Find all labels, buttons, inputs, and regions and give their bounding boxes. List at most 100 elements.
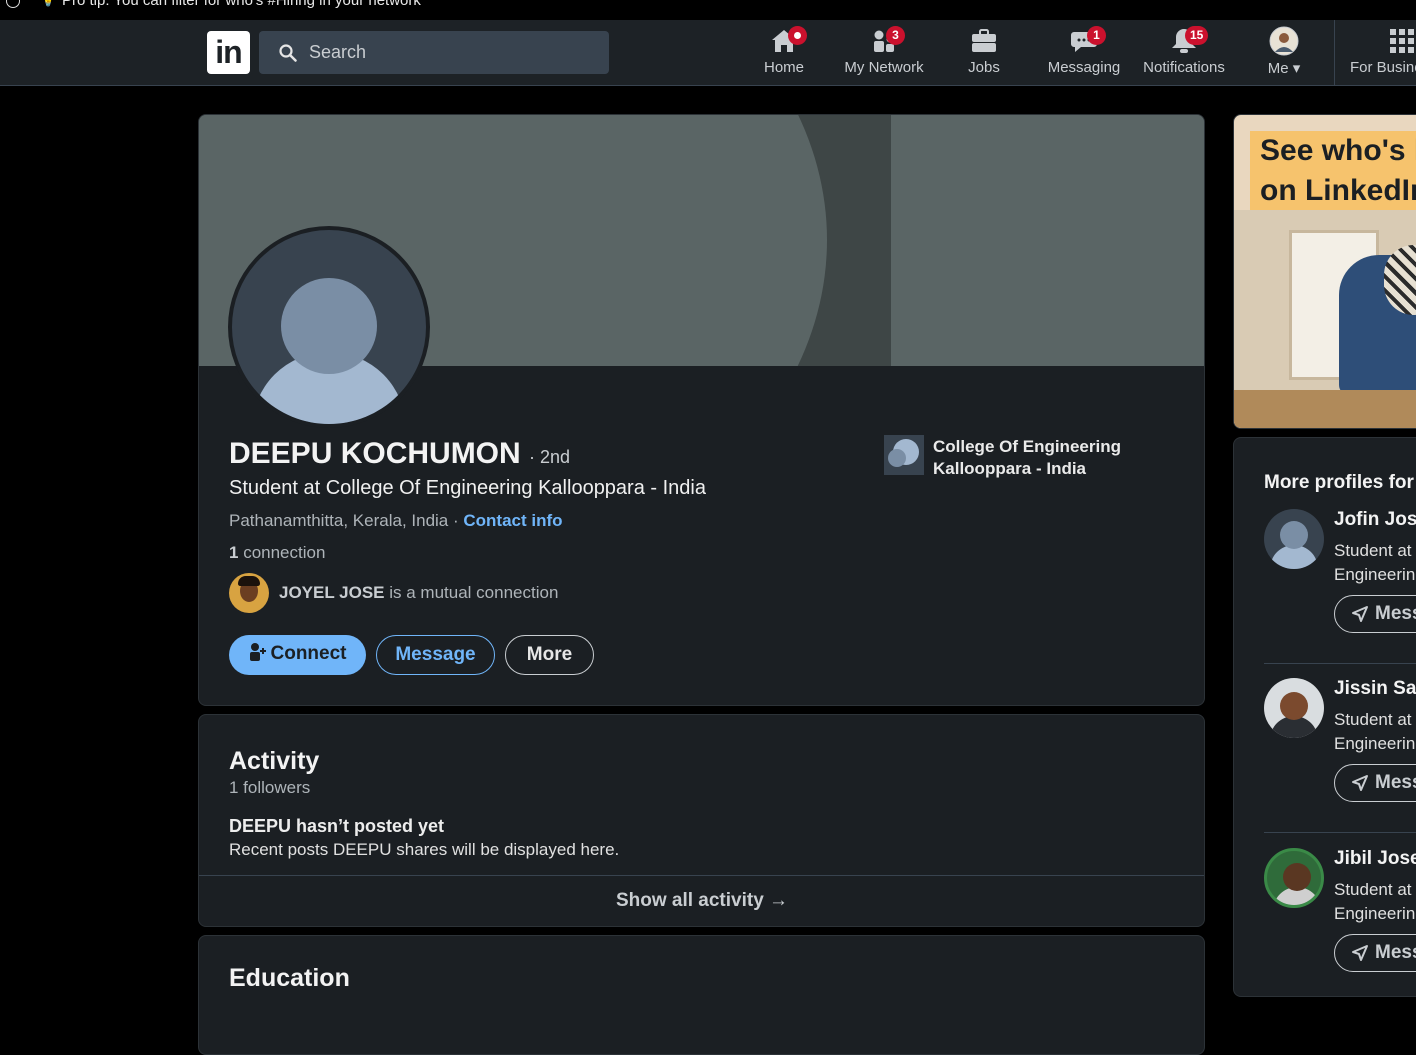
search-box[interactable] — [259, 31, 609, 74]
network-badge: 3 — [886, 26, 905, 45]
suggested-name[interactable]: Jofin Jose — [1334, 509, 1416, 531]
suggested-headline: Student at — [1334, 880, 1412, 899]
tip-bar: 💡 Pro tip: You can filter for who's #Hir… — [0, 0, 1416, 20]
suggested-name[interactable]: Jissin San — [1334, 678, 1416, 700]
nav-me[interactable]: Me ▾ — [1254, 26, 1314, 82]
ad-headline-1: See who's h — [1250, 131, 1416, 171]
contact-info-link[interactable]: Contact info — [463, 511, 562, 530]
suggested-headline-2: Engineerin — [1334, 904, 1416, 923]
more-profiles-title: More profiles for — [1264, 472, 1414, 493]
nav-home[interactable]: Home — [754, 26, 814, 82]
nav-my-network[interactable]: 3 My Network — [839, 26, 929, 82]
activity-card: Activity 1 followers DEEPU hasn’t posted… — [198, 714, 1205, 927]
suggested-profile[interactable]: Jofin Jose Student at Engineerin Mess — [1264, 509, 1416, 669]
followers-count[interactable]: 1 followers — [229, 778, 310, 798]
suggested-avatar[interactable] — [1264, 509, 1324, 569]
radio-icon[interactable] — [6, 0, 20, 8]
mutual-avatar-hair — [238, 576, 260, 586]
suggested-divider — [1264, 832, 1416, 833]
mutual-suffix: is a mutual connection — [384, 583, 559, 602]
nav-messaging[interactable]: 1 Messaging — [1044, 26, 1124, 82]
connection-count[interactable]: 1 connection — [229, 543, 325, 563]
search-input[interactable] — [309, 31, 599, 74]
suggested-profile[interactable]: Jibil Josep Student at Engineerin Mess — [1264, 848, 1416, 996]
message-button[interactable]: Message — [376, 635, 495, 675]
top-navigation: in Home 3 My Network Jobs 1 Messaging 15… — [0, 20, 1416, 86]
suggested-avatar-head — [1283, 863, 1311, 891]
suggested-name[interactable]: Jibil Josep — [1334, 848, 1416, 870]
ad-table — [1234, 390, 1416, 428]
nav-for-business[interactable]: For Busine — [1348, 26, 1416, 82]
mutual-text: JOYEL JOSE is a mutual connection — [279, 583, 558, 603]
nav-me-label: Me ▾ — [1267, 60, 1301, 77]
profile-headline: Student at College Of Engineering Kalloo… — [229, 477, 706, 499]
suggested-avatar-head — [1280, 521, 1308, 549]
school-logo-icon — [884, 435, 924, 475]
suggested-avatar[interactable] — [1264, 848, 1324, 908]
send-icon — [1352, 775, 1368, 791]
linkedin-logo-icon[interactable]: in — [207, 31, 250, 74]
notifications-badge: 15 — [1185, 26, 1209, 45]
suggested-message-button[interactable]: Mess — [1334, 595, 1416, 633]
lightbulb-icon: 💡 — [40, 0, 56, 8]
connection-degree: · 2nd — [529, 447, 571, 467]
more-profiles-sidebar: More profiles for Jofin Jose Student at … — [1233, 437, 1416, 997]
suggested-profile[interactable]: Jissin San Student at Engineerin Mess — [1264, 678, 1416, 838]
more-button[interactable]: More — [505, 635, 594, 675]
briefcase-icon — [972, 29, 996, 52]
suggested-headline-2: Engineerin — [1334, 734, 1416, 753]
school-logo-shape-2 — [888, 449, 906, 467]
nav-for-business-label: For Busine — [1350, 59, 1416, 76]
avatar-head — [281, 278, 377, 374]
profile-location: Pathanamthitta, Kerala, India · — [229, 511, 464, 530]
suggested-avatar[interactable] — [1264, 678, 1324, 738]
suggested-avatar-head — [1280, 692, 1308, 720]
suggested-message-label: Mess — [1375, 772, 1416, 793]
activity-divider — [199, 875, 1204, 876]
suggested-headline-2: Engineerin — [1334, 565, 1416, 584]
connect-button[interactable]: Connect — [229, 635, 366, 675]
nav-notifications-label: Notifications — [1143, 59, 1225, 76]
grid-icon — [1390, 29, 1414, 53]
education-card: Education — [198, 935, 1205, 1055]
suggested-headline: Student at — [1334, 710, 1412, 729]
add-person-icon — [249, 643, 266, 661]
school-name: College Of Engineering Kallooppara - Ind… — [933, 437, 1121, 478]
nav-jobs[interactable]: Jobs — [954, 26, 1014, 82]
suggested-message-button[interactable]: Mess — [1334, 764, 1416, 802]
suggested-divider — [1264, 663, 1416, 664]
education-title: Education — [229, 964, 350, 992]
banner-right — [891, 115, 1204, 366]
ad-headline-2: on LinkedIn. — [1250, 171, 1416, 211]
home-notification-dot — [788, 26, 807, 45]
connection-count-label: connection — [238, 543, 326, 562]
nav-home-label: Home — [763, 59, 804, 76]
suggested-message-label: Mess — [1375, 603, 1416, 624]
search-icon — [279, 44, 297, 62]
messaging-badge: 1 — [1087, 26, 1106, 45]
nav-divider — [1334, 20, 1335, 86]
connect-button-label: Connect — [270, 643, 347, 664]
activity-title: Activity — [229, 747, 320, 775]
avatar — [1269, 26, 1299, 56]
send-icon — [1352, 606, 1368, 622]
mutual-avatar — [229, 573, 269, 613]
nav-my-network-label: My Network — [844, 59, 924, 76]
activity-empty-desc: Recent posts DEEPU shares will be displa… — [229, 840, 620, 859]
profile-card: DEEPU KOCHUMON · 2nd Student at College … — [198, 114, 1205, 706]
activity-empty-title: DEEPU hasn’t posted yet — [229, 816, 445, 836]
ad-image — [1234, 210, 1416, 428]
profile-location-row: Pathanamthitta, Kerala, India · Contact … — [229, 511, 563, 531]
suggested-message-button[interactable]: Mess — [1334, 934, 1416, 972]
profile-avatar[interactable] — [228, 226, 430, 428]
nav-notifications[interactable]: 15 Notifications — [1139, 26, 1229, 82]
send-icon — [1352, 945, 1368, 961]
nav-messaging-label: Messaging — [1047, 59, 1121, 76]
suggested-message-label: Mess — [1375, 942, 1416, 963]
ad-banner[interactable]: See who's h on LinkedIn. — [1233, 114, 1416, 429]
suggested-headline: Student at — [1334, 541, 1412, 560]
show-all-activity-link[interactable]: Show all activity → — [199, 890, 1204, 912]
profile-name-row: DEEPU KOCHUMON · 2nd — [229, 437, 570, 471]
profile-name: DEEPU KOCHUMON — [229, 437, 521, 470]
nav-jobs-label: Jobs — [968, 59, 1000, 76]
